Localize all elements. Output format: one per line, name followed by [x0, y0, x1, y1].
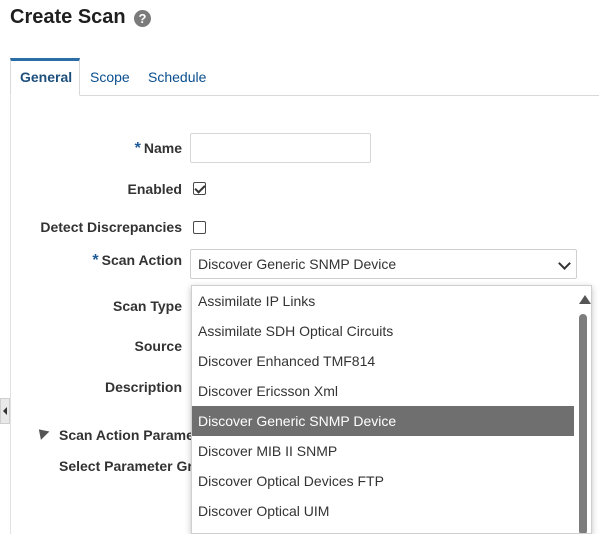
dropdown-option-selected[interactable]: Discover Generic SNMP Device	[192, 406, 574, 436]
content-border	[10, 58, 11, 534]
scan-action-select[interactable]: Discover Generic SNMP Device	[190, 249, 577, 279]
dropdown-scrollbar[interactable]	[575, 286, 591, 533]
dropdown-option[interactable]: Discover Optical UIM	[192, 496, 574, 526]
description-label: Description	[104, 379, 182, 395]
source-label: Source	[134, 338, 182, 354]
scrollbar-thumb[interactable]	[579, 314, 587, 533]
dropdown-option[interactable]: Discover Optical Devices FTP	[192, 466, 574, 496]
required-indicator: *	[92, 252, 99, 269]
required-indicator: *	[134, 140, 141, 157]
scan-action-value: Discover Generic SNMP Device	[198, 256, 397, 272]
enabled-label: Enabled	[127, 181, 182, 197]
tab-scope[interactable]: Scope	[81, 58, 139, 96]
tab-general[interactable]: General	[10, 58, 80, 96]
enabled-checkbox[interactable]	[193, 182, 206, 195]
dropdown-option[interactable]: Discover Ericsson Xml	[192, 376, 574, 406]
scan-action-dropdown-list[interactable]: Assimilate IP Links Assimilate SDH Optic…	[191, 285, 592, 534]
section-subtitle: Select Parameter Gro	[59, 458, 202, 474]
name-label: * Name	[134, 140, 182, 157]
panel-collapse-handle[interactable]	[0, 398, 10, 424]
detect-discrepancies-label: Detect Discrepancies	[40, 219, 182, 235]
scan-type-label: Scan Type	[113, 298, 182, 314]
chevron-left-icon	[3, 407, 7, 415]
detect-discrepancies-checkbox[interactable]	[193, 221, 206, 234]
scan-action-label: * Scan Action	[92, 252, 182, 269]
page-title: Create Scan	[10, 6, 126, 28]
dropdown-option[interactable]: Discover Enhanced TMF814	[192, 346, 574, 376]
disclosure-triangle-icon[interactable]	[34, 425, 50, 440]
dropdown-option[interactable]: Assimilate IP Links	[192, 286, 574, 316]
tab-schedule[interactable]: Schedule	[139, 58, 215, 96]
scroll-up-icon[interactable]	[579, 295, 591, 304]
section-title: Scan Action Paramet	[59, 427, 199, 443]
name-input[interactable]	[190, 133, 371, 163]
dropdown-option[interactable]: Discover MIB II SNMP	[192, 436, 574, 466]
help-icon[interactable]: ?	[134, 10, 151, 27]
dropdown-option[interactable]: Assimilate SDH Optical Circuits	[192, 316, 574, 346]
chevron-down-icon	[558, 257, 571, 270]
